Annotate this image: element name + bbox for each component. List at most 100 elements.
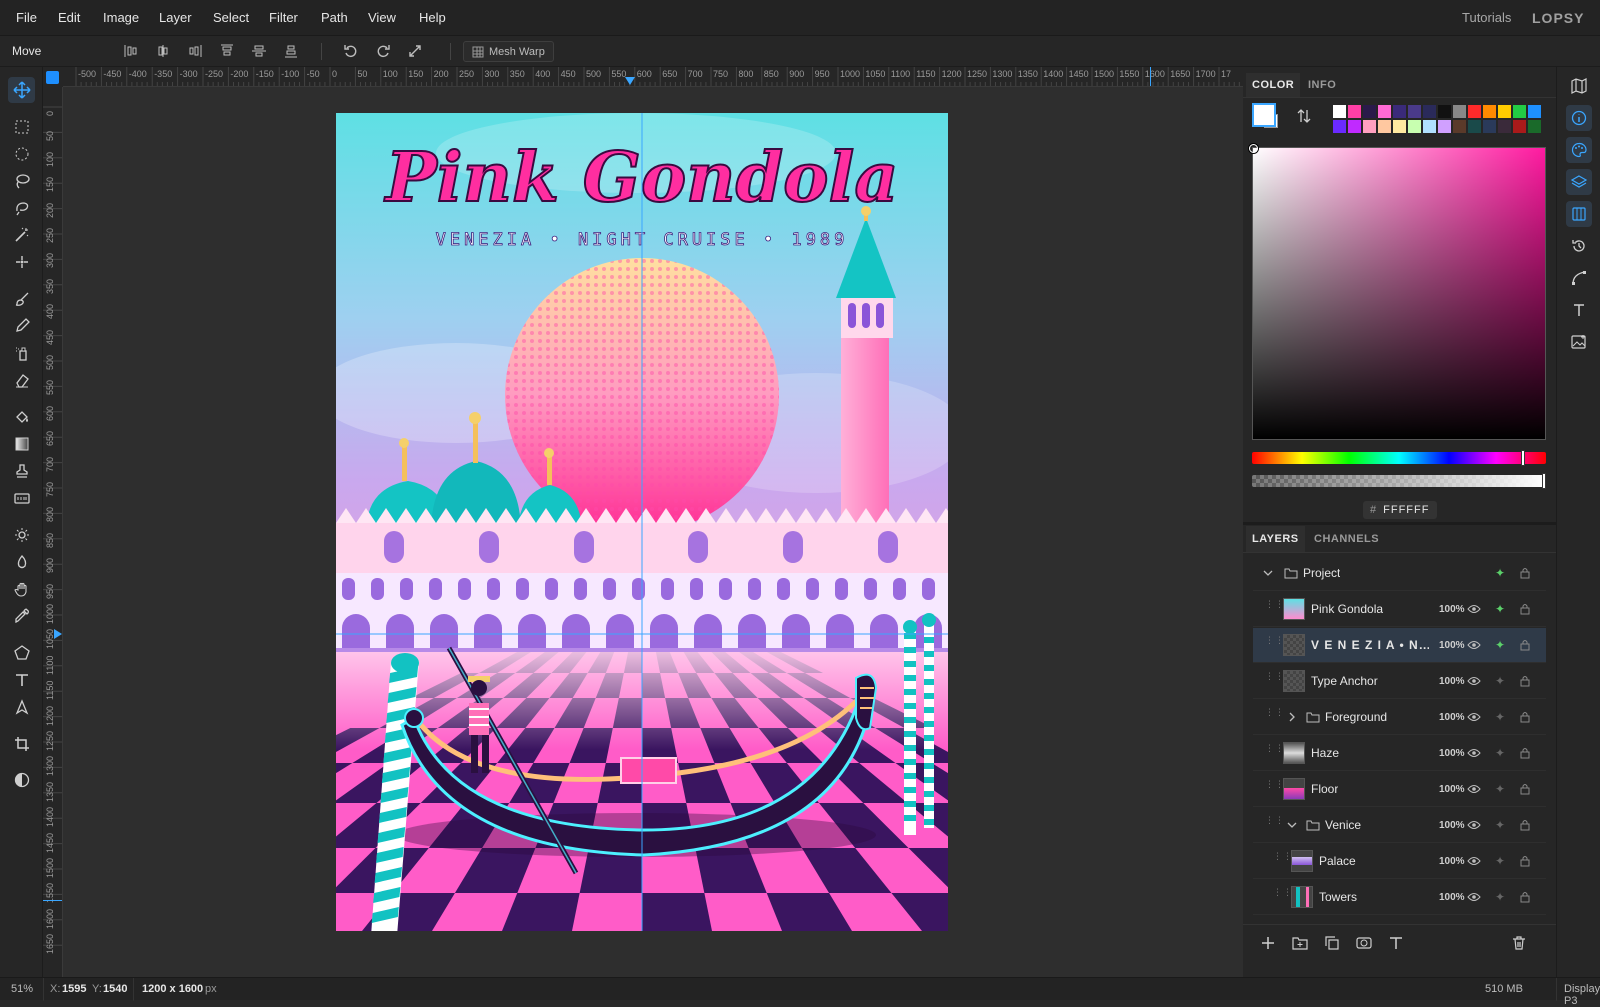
menu-help[interactable]: Help (419, 0, 446, 36)
layer-venice[interactable]: ⋮⋮ Venice 100% ✦ (1253, 808, 1546, 843)
color-swatch[interactable] (1408, 105, 1421, 118)
effects-icon[interactable]: ✦ (1492, 889, 1508, 905)
layer-pink-gondola[interactable]: ⋮⋮ Pink Gondola 100% ✦ (1253, 592, 1546, 627)
effects-icon[interactable]: ✦ (1492, 853, 1508, 869)
stamp-icon[interactable] (8, 458, 35, 484)
tab-channels[interactable]: CHANNELS (1308, 526, 1385, 552)
effects-icon[interactable]: ✦ (1492, 565, 1508, 581)
text-layer-icon[interactable] (1388, 935, 1404, 954)
drag-handle-icon[interactable]: ⋮⋮ (1265, 636, 1284, 652)
color-swatch[interactable] (1333, 105, 1346, 118)
eye-icon[interactable] (1466, 601, 1482, 617)
add-layer-icon[interactable] (1260, 935, 1276, 954)
image-adjust-icon[interactable] (1566, 329, 1592, 355)
magnetic-lasso-icon[interactable] (8, 195, 35, 221)
color-swatch[interactable] (1378, 120, 1391, 133)
effects-icon[interactable]: ✦ (1492, 637, 1508, 653)
duplicate-icon[interactable] (1324, 935, 1340, 954)
menu-view[interactable]: View (368, 0, 396, 36)
mesh-warp-button[interactable]: Mesh Warp (463, 41, 554, 62)
zoom-level[interactable]: 51% (11, 983, 33, 995)
color-swatch[interactable] (1363, 105, 1376, 118)
color-swatch[interactable] (1513, 120, 1526, 133)
drag-handle-icon[interactable]: ⋮⋮ (1265, 672, 1284, 688)
eyedropper-icon[interactable] (8, 603, 35, 629)
horizontal-ruler[interactable]: -500 -450 -400 -350 -300 -250 -200 -150 -100 -50 0… (63, 67, 1243, 87)
rect-select-icon[interactable] (8, 114, 35, 140)
history-icon[interactable] (1566, 233, 1592, 259)
layer-floor[interactable]: ⋮⋮ Floor 100% ✦ (1253, 772, 1546, 807)
layer-opacity[interactable]: 100% (1439, 676, 1465, 687)
dodge-icon[interactable] (8, 522, 35, 548)
color-swatch[interactable] (1423, 105, 1436, 118)
lock-icon[interactable] (1517, 673, 1533, 689)
menu-file[interactable]: File (16, 0, 37, 36)
crop-icon[interactable] (8, 731, 35, 757)
layer-venezia-text[interactable]: ⋮⋮ V E N E Z I A • N… 100% ✦ (1253, 628, 1546, 663)
chevron-right-icon[interactable] (1284, 709, 1300, 725)
eraser-icon[interactable] (8, 367, 35, 393)
foreground-color-swatch[interactable] (1252, 103, 1276, 127)
color-swatch[interactable] (1408, 120, 1421, 133)
map-icon[interactable] (1566, 73, 1592, 99)
layer-opacity[interactable]: 100% (1439, 748, 1465, 759)
color-swatch[interactable] (1468, 105, 1481, 118)
ruler-origin-marker[interactable] (46, 71, 59, 84)
color-swatch[interactable] (1498, 105, 1511, 118)
mask-icon[interactable] (1356, 935, 1372, 954)
lock-icon[interactable] (1517, 601, 1533, 617)
effects-icon[interactable]: ✦ (1492, 745, 1508, 761)
lock-icon[interactable] (1517, 817, 1533, 833)
text-tool-icon[interactable] (8, 667, 35, 693)
effects-icon[interactable]: ✦ (1492, 673, 1508, 689)
character-icon[interactable] (1566, 297, 1592, 323)
lock-icon[interactable] (1517, 565, 1533, 581)
color-swatch[interactable] (1453, 120, 1466, 133)
layer-foreground[interactable]: ⋮⋮ Foreground 100% ✦ (1253, 700, 1546, 735)
color-swatch[interactable] (1453, 105, 1466, 118)
alpha-handle[interactable] (1542, 473, 1546, 489)
palette-icon[interactable] (1566, 137, 1592, 163)
tutorials-link[interactable]: Tutorials (1462, 0, 1511, 36)
color-swatch[interactable] (1483, 105, 1496, 118)
eye-icon[interactable] (1466, 817, 1482, 833)
color-swatch[interactable] (1438, 120, 1451, 133)
drag-handle-icon[interactable]: ⋮⋮ (1265, 744, 1284, 760)
eye-icon[interactable] (1466, 673, 1482, 689)
drag-handle-icon[interactable]: ⋮⋮ (1273, 888, 1292, 904)
effects-icon[interactable]: ✦ (1492, 601, 1508, 617)
guide-marker[interactable] (625, 77, 635, 85)
lock-icon[interactable] (1517, 745, 1533, 761)
lock-icon[interactable] (1517, 709, 1533, 725)
effects-icon[interactable]: ✦ (1492, 709, 1508, 725)
burn-icon[interactable] (8, 549, 35, 575)
menu-filter[interactable]: Filter (269, 0, 298, 36)
rotate-left-icon[interactable] (338, 40, 364, 62)
eye-icon[interactable] (1466, 781, 1482, 797)
tab-color[interactable]: COLOR (1246, 73, 1301, 97)
color-swatch[interactable] (1348, 120, 1361, 133)
vertical-ruler[interactable]: 0 50 100 150 200 250 300 350 400 450 500 550 600 650 7… (43, 87, 63, 977)
layer-project[interactable]: Project ✦ (1253, 556, 1546, 591)
layer-opacity[interactable]: 100% (1439, 892, 1465, 903)
layer-opacity[interactable]: 100% (1439, 856, 1465, 867)
move-tool-icon[interactable] (8, 77, 35, 103)
layer-opacity[interactable]: 100% (1439, 604, 1465, 615)
layer-opacity[interactable]: 100% (1439, 640, 1465, 651)
tab-layers[interactable]: LAYERS (1246, 526, 1305, 552)
color-swatch[interactable] (1528, 105, 1541, 118)
color-swatch[interactable] (1333, 120, 1346, 133)
hand-icon[interactable] (8, 576, 35, 602)
lock-icon[interactable] (1517, 637, 1533, 653)
drag-handle-icon[interactable]: ⋮⋮ (1265, 816, 1284, 832)
paths-icon[interactable] (1566, 265, 1592, 291)
lock-icon[interactable] (1517, 889, 1533, 905)
effects-icon[interactable]: ✦ (1492, 781, 1508, 797)
swap-colors-icon[interactable] (1296, 108, 1314, 126)
eye-icon[interactable] (1466, 709, 1482, 725)
layer-palace[interactable]: ⋮⋮ Palace 100% ✦ (1253, 844, 1546, 879)
eye-icon[interactable] (1466, 853, 1482, 869)
layer-opacity[interactable]: 100% (1439, 820, 1465, 831)
layer-partial[interactable] (1253, 916, 1546, 921)
drag-handle-icon[interactable]: ⋮⋮ (1265, 780, 1284, 796)
